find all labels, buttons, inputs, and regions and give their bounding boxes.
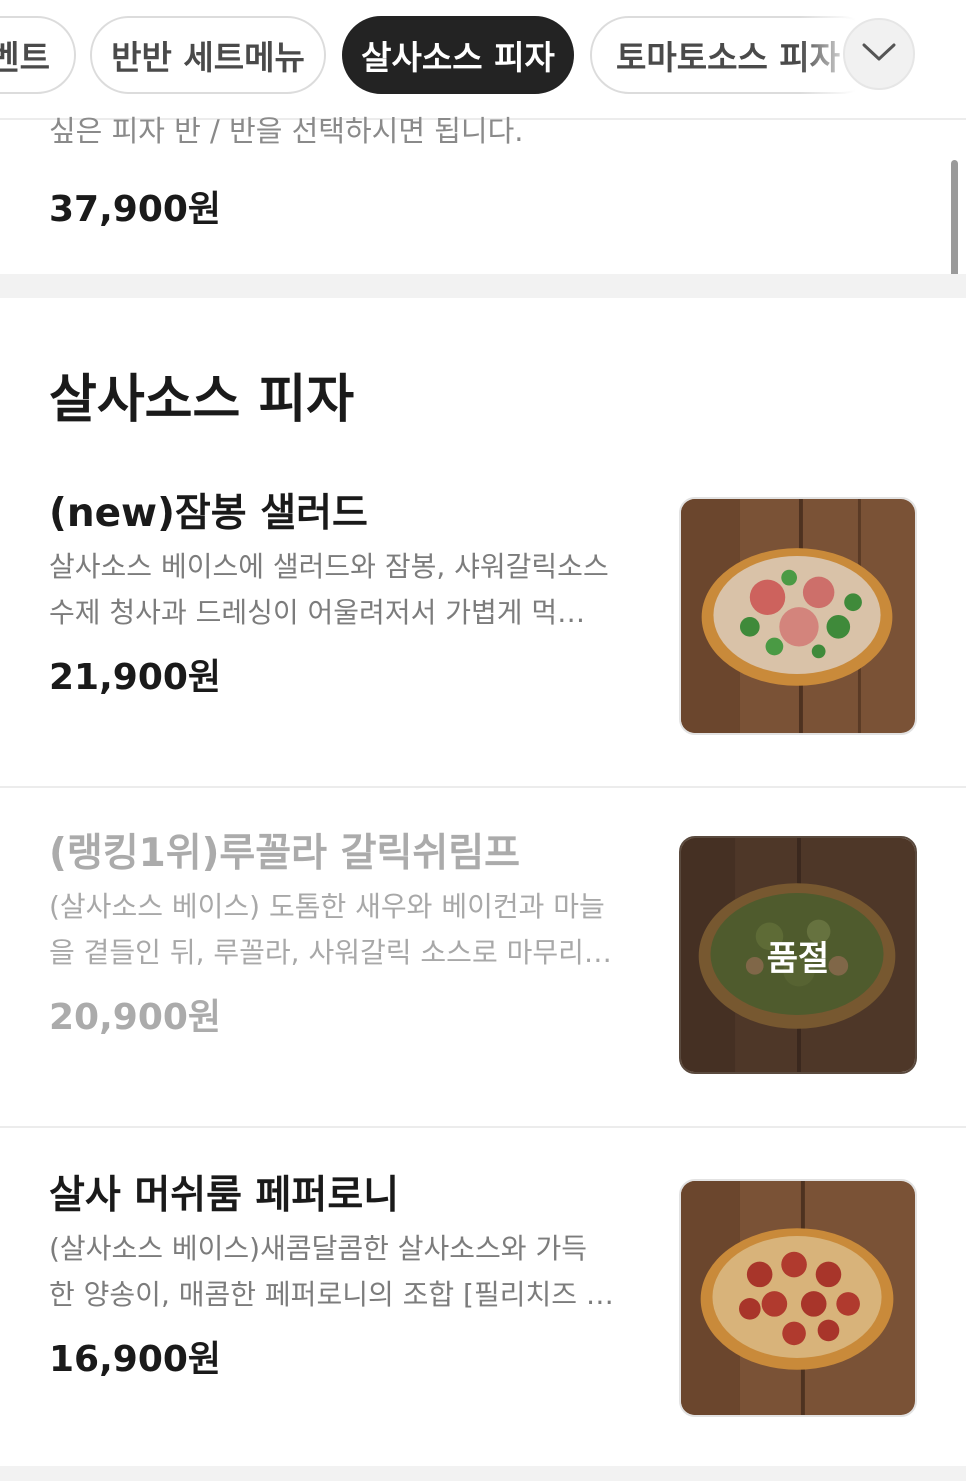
previous-item-price: 37,900원 bbox=[49, 189, 222, 230]
scrollbar[interactable] bbox=[951, 160, 958, 292]
section-divider bbox=[0, 274, 966, 298]
tab-half-set-menu[interactable]: 반반 세트메뉴 bbox=[90, 16, 326, 94]
category-tab-bar: 벤트 반반 세트메뉴 살사소스 피자 토마토소스 피자 bbox=[0, 0, 966, 120]
menu-item-description: (살사소스 베이스) 도톰한 새우와 베이컨과 마늘 을 곁들인 뒤, 루꼴라,… bbox=[49, 890, 612, 969]
menu-item-name: 살사 머쉬룸 페퍼로니 bbox=[49, 1173, 400, 1218]
previous-item-description: 싶은 피자 반 / 반을 선택하시면 됩니다. bbox=[49, 114, 524, 148]
sold-out-badge: 품절 bbox=[681, 838, 915, 1072]
menu-item[interactable]: (new)잠봉 샐러드 살사소스 베이스에 샐러드와 잠봉, 샤워갈릭소스 수제… bbox=[0, 448, 966, 788]
tab-salsa-sauce-pizza[interactable]: 살사소스 피자 bbox=[342, 16, 574, 94]
section-title: 살사소스 피자 bbox=[49, 370, 355, 430]
menu-item-description: (살사소스 베이스)새콤달콤한 살사소스와 가득 한 양송이, 매콤한 페퍼로니… bbox=[49, 1232, 614, 1311]
section-divider bbox=[0, 1466, 966, 1481]
menu-item-name: (new)잠봉 샐러드 bbox=[49, 491, 368, 536]
menu-item-description: 살사소스 베이스에 샐러드와 잠봉, 샤워갈릭소스 수제 청사과 드레싱이 어울… bbox=[49, 550, 609, 629]
menu-item-price: 21,900원 bbox=[49, 657, 222, 698]
menu-item-image bbox=[679, 1179, 917, 1417]
menu-item-image bbox=[679, 497, 917, 735]
expand-categories-button[interactable] bbox=[843, 18, 915, 90]
menu-item-image: 품절 bbox=[679, 836, 917, 1074]
menu-item-price: 16,900원 bbox=[49, 1339, 222, 1380]
tab-event[interactable]: 벤트 bbox=[0, 16, 76, 94]
menu-item[interactable]: (랭킹1위)루꼴라 갈릭쉬림프 (살사소스 베이스) 도톰한 새우와 베이컨과 … bbox=[0, 788, 966, 1128]
menu-item-price: 20,900원 bbox=[49, 997, 222, 1038]
menu-item-name: (랭킹1위)루꼴라 갈릭쉬림프 bbox=[49, 831, 521, 876]
menu-item[interactable]: 살사 머쉬룸 페퍼로니 (살사소스 베이스)새콤달콤한 살사소스와 가득 한 양… bbox=[0, 1130, 966, 1470]
chevron-down-icon bbox=[862, 42, 896, 66]
